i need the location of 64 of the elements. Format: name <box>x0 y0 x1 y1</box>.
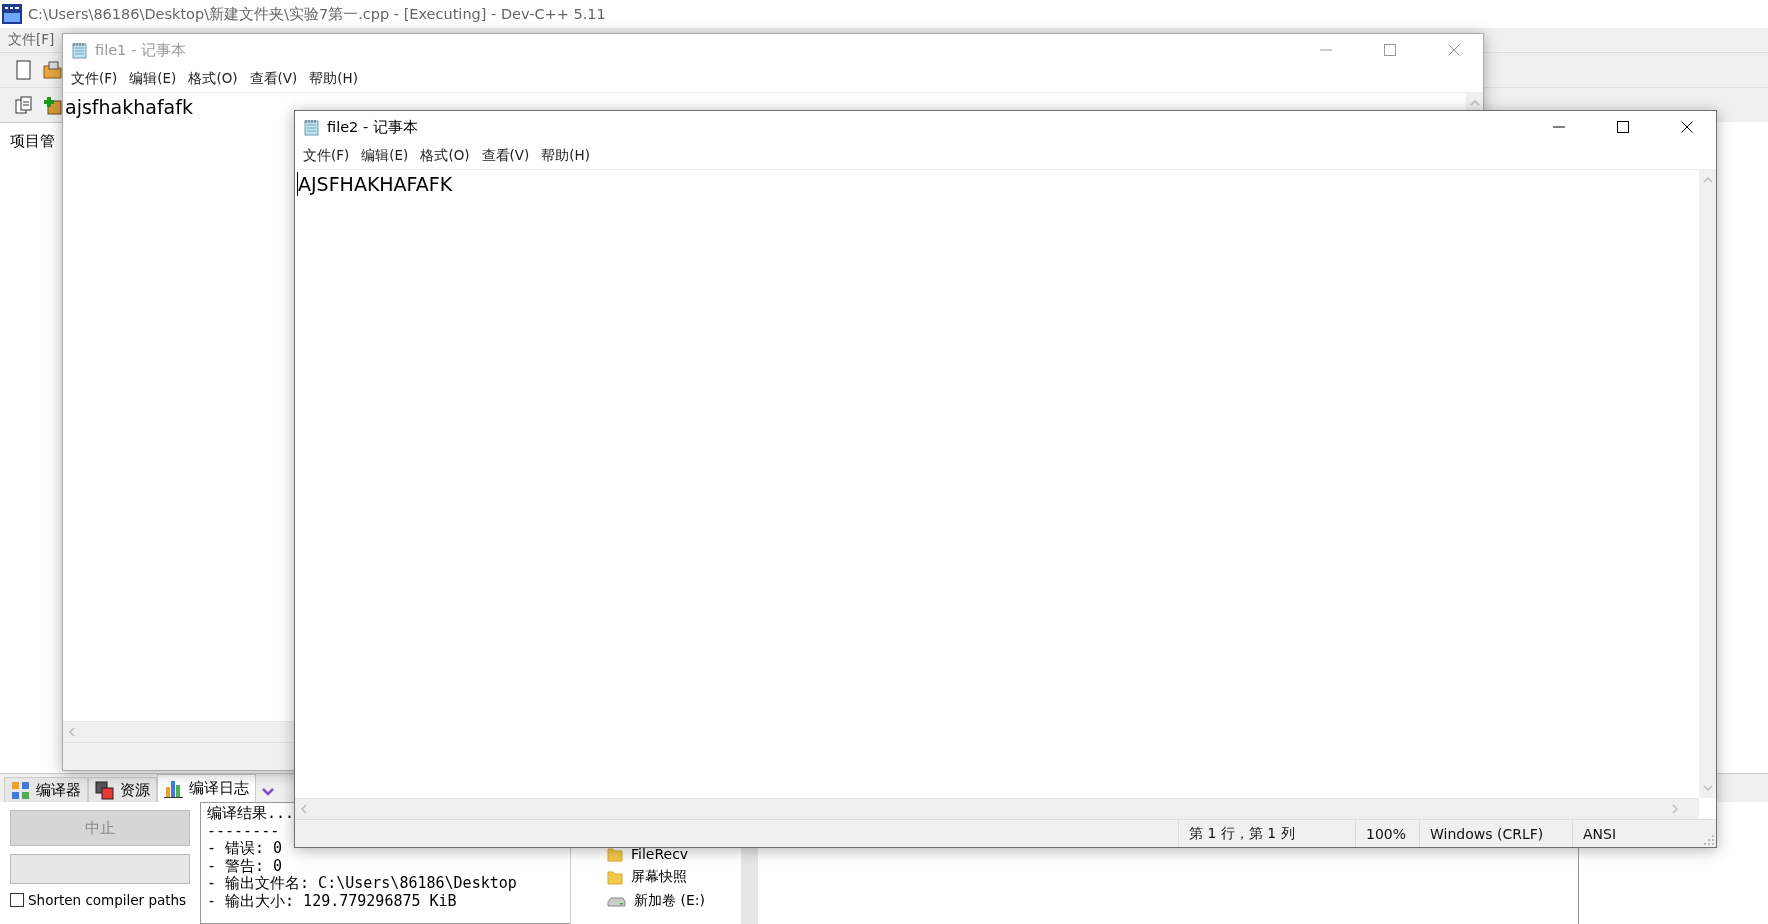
log-line: - 警告: 0 <box>207 857 283 875</box>
item-label: FileRecv <box>631 846 689 862</box>
folder-icon <box>607 869 623 885</box>
status-text: 第 1 行，第 1 列 <box>1178 820 1355 847</box>
panel-tab[interactable]: 编译器 <box>4 777 88 802</box>
bar-chart-icon <box>164 779 183 798</box>
notepad-icon <box>303 117 321 137</box>
panel-label: 项目管 <box>10 132 55 150</box>
close-icon <box>1681 121 1693 133</box>
window-title: file2 - 记事本 <box>327 117 418 137</box>
log-line: - 输出大小: 129.779296875 KiB <box>207 892 457 910</box>
scroll-up-icon <box>1469 99 1480 107</box>
add-file-icon[interactable] <box>43 95 62 115</box>
log-line: -------- <box>207 822 280 840</box>
vertical-scrollbar[interactable] <box>741 846 758 924</box>
close-icon <box>1448 44 1460 56</box>
drive-icon <box>607 894 626 908</box>
editor-text: ajsfhakhafafk <box>65 95 193 119</box>
folder-tree-item[interactable]: 屏幕快照 <box>607 868 741 886</box>
horizontal-scrollbar[interactable] <box>295 798 1699 819</box>
folder-tree-item[interactable]: FileRecv <box>607 846 741 862</box>
vertical-scrollbar[interactable] <box>1699 170 1716 798</box>
status-text: 100% <box>1355 820 1419 847</box>
menu-item[interactable]: 编辑(E) <box>355 147 415 165</box>
overlapping-squares-icon <box>95 780 114 800</box>
text-editor[interactable]: AJSFHAKHAFAFK <box>295 170 1699 798</box>
checkbox-label: Shorten compiler paths <box>28 892 187 908</box>
scroll-right-icon <box>1671 804 1679 814</box>
log-line: - 错误: 0 <box>207 840 283 858</box>
menu-item[interactable]: 查看(V) <box>243 70 304 88</box>
panel-tab[interactable]: 资源 <box>88 777 157 802</box>
notepad-icon <box>71 40 89 60</box>
maximize-icon <box>1617 121 1629 133</box>
menu-item[interactable]: 文件[F] <box>4 31 59 49</box>
item-label: 新加卷 (E:) <box>634 892 705 910</box>
item-label: 屏幕快照 <box>631 868 687 886</box>
scroll-left-icon <box>300 804 308 814</box>
menu-item[interactable]: 格式(O) <box>182 70 244 88</box>
folder-tree-item[interactable]: 新加卷 (E:) <box>607 892 741 910</box>
scroll-down-icon <box>1702 784 1713 792</box>
editor-text: AJSFHAKHAFAFK <box>297 172 453 196</box>
chevron-icon <box>262 786 274 796</box>
window-title: C:\Users\86186\Desktop\新建文件夹\实验7第一.cpp - [Executing] - Dev-C++ 5.11 <box>28 4 606 24</box>
log-line: 编译结果... <box>207 805 295 823</box>
menu-item[interactable]: 文件(F) <box>65 70 124 88</box>
grid-icon <box>11 780 30 800</box>
menu-item[interactable]: 编辑(E) <box>123 70 183 88</box>
checkbox[interactable] <box>10 893 24 907</box>
menu-item[interactable]: 帮助(H) <box>535 147 597 165</box>
menu-item[interactable]: 格式(O) <box>414 147 476 165</box>
window-title: file1 - 记事本 <box>95 40 186 60</box>
project-icon[interactable] <box>14 95 33 115</box>
scroll-up-icon <box>1702 176 1713 184</box>
scroll-left-icon <box>68 727 76 737</box>
menu-item[interactable]: 帮助(H) <box>303 70 365 88</box>
menu-item[interactable]: 查看(V) <box>475 147 536 165</box>
panel-tab[interactable]: 编译日志 <box>157 774 256 802</box>
resize-grip-icon <box>1704 835 1714 845</box>
menu-item[interactable]: 文件(F) <box>297 147 356 165</box>
log-line: - 输出文件名: C:\Users\86186\Desktop <box>207 875 517 893</box>
new-file-icon[interactable] <box>14 60 33 80</box>
maximize-icon <box>1384 44 1396 56</box>
status-text: Windows (CRLF) <box>1419 820 1572 847</box>
open-file-icon[interactable] <box>43 60 62 80</box>
